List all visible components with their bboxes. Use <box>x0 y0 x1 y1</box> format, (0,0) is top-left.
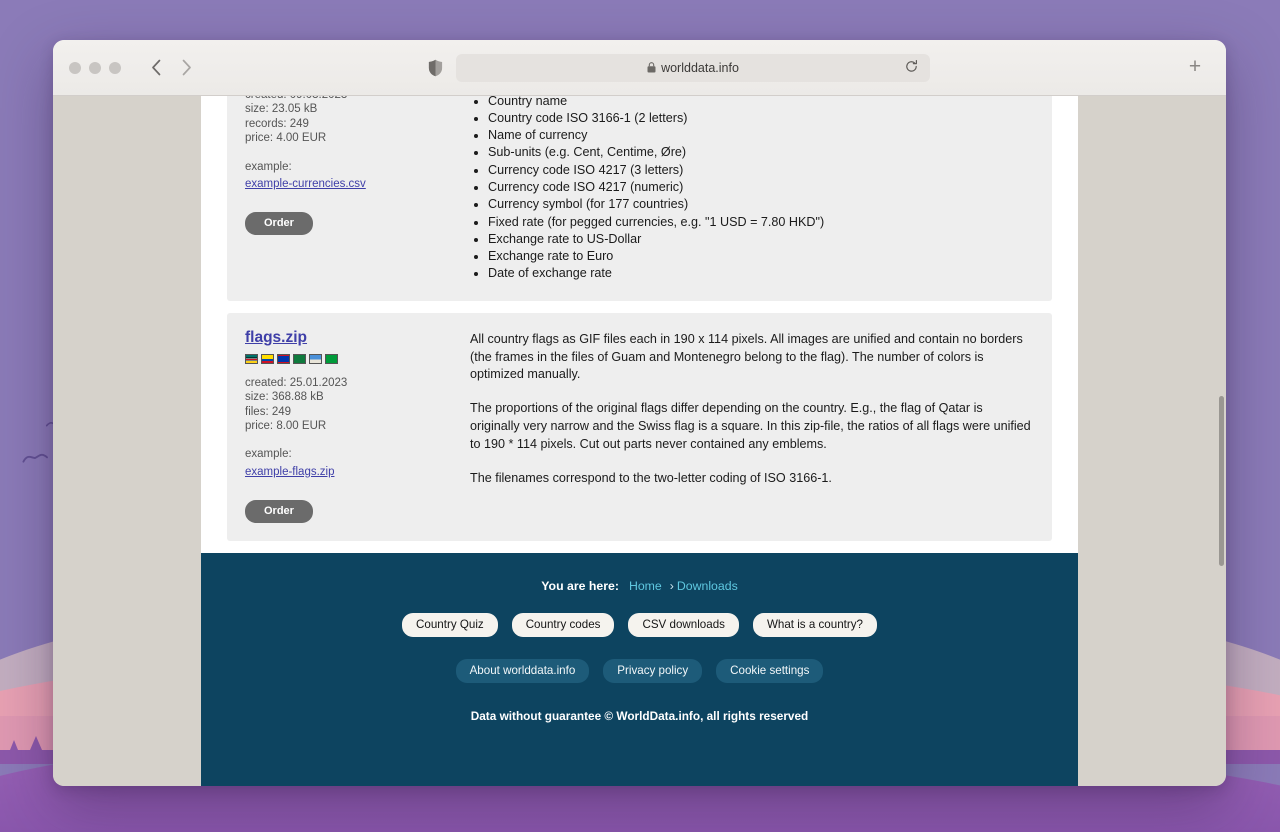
meta-price: price: 4.00 EUR <box>245 132 327 145</box>
field-item: Country name <box>488 96 1034 110</box>
address-bar[interactable]: worlddata.info <box>456 53 930 82</box>
url-text: worlddata.info <box>661 60 739 75</box>
new-tab-button[interactable]: + <box>1184 56 1206 79</box>
footer-link-cookie-settings[interactable]: Cookie settings <box>716 658 824 683</box>
flag-turkmenistan-icon <box>293 353 306 364</box>
close-window-button[interactable] <box>69 61 81 74</box>
download-card-description: Currencies and additional currency infor… <box>470 96 1034 283</box>
footer-link-csv-downloads[interactable]: CSV downloads <box>628 612 739 637</box>
footer-copyright: Data without guarantee © WorldData.info,… <box>470 708 809 723</box>
meta-size: size: 23.05 kB <box>245 103 318 116</box>
browser-viewport: currencies.csv created: 09.03.2023 size:… <box>53 96 1226 786</box>
meta-files: files: 249 <box>245 405 292 418</box>
footer-link-what-is-a-country[interactable]: What is a country? <box>752 612 877 637</box>
order-button-wrap: Order <box>245 192 470 236</box>
download-card-left-column: flags.zip created: 25.01.2023 size: 368.… <box>245 329 470 523</box>
meta-price: price: 8.00 EUR <box>245 419 327 432</box>
page-scrollbar[interactable] <box>1218 96 1226 786</box>
page-scroll-container: currencies.csv created: 09.03.2023 size:… <box>201 96 1078 786</box>
bird-icon <box>21 449 49 466</box>
description-paragraph: The proportions of the original flags di… <box>470 401 1031 451</box>
field-item: Exchange rate to US-Dollar <box>488 231 1034 248</box>
field-item: Exchange rate to Euro <box>488 248 1034 265</box>
download-title-link[interactable]: flags.zip <box>245 329 307 347</box>
contained-fields-list: Country name Country code ISO 3166-1 (2 … <box>488 96 1034 283</box>
privacy-shield-icon[interactable] <box>421 54 449 82</box>
meta-created: created: 25.01.2023 <box>245 376 348 389</box>
minimize-window-button[interactable] <box>89 61 101 74</box>
forward-button[interactable] <box>171 53 201 83</box>
example-file-link[interactable]: example-flags.zip <box>245 465 334 479</box>
footer-link-about[interactable]: About worlddata.info <box>455 658 590 683</box>
field-item: Currency code ISO 4217 (numeric) <box>488 179 1034 196</box>
field-item: Sub-units (e.g. Cent, Centime, Øre) <box>488 144 1034 161</box>
reload-icon[interactable] <box>905 59 921 76</box>
page-footer: You are here: Home › Downloads Country Quiz… <box>201 552 1078 786</box>
download-card-description: All country flags as GIF files each in 1… <box>470 329 1034 523</box>
flag-mozambique-icon <box>245 353 258 364</box>
breadcrumb-separator: › <box>669 578 674 593</box>
browser-toolbar: worlddata.info + <box>53 40 1226 96</box>
flag-bosnia-icon <box>309 353 322 364</box>
breadcrumb-home-link[interactable]: Home <box>629 579 662 593</box>
field-item: Name of currency <box>488 127 1034 144</box>
download-card-left-column: currencies.csv created: 09.03.2023 size:… <box>245 96 470 283</box>
example-file-link[interactable]: example-currencies.csv <box>245 177 366 191</box>
web-page: currencies.csv created: 09.03.2023 size:… <box>201 96 1078 786</box>
example-label: example: <box>245 160 292 173</box>
footer-nav-secondary: About worlddata.info Privacy policy Cook… <box>221 658 1058 683</box>
lock-icon <box>647 62 656 73</box>
meta-size: size: 368.88 kB <box>245 391 324 404</box>
field-item: Currency code ISO 4217 (3 letters) <box>488 162 1034 179</box>
breadcrumb-downloads-link[interactable]: Downloads <box>677 579 738 593</box>
footer-link-country-quiz[interactable]: Country Quiz <box>402 612 498 637</box>
description-paragraph: All country flags as GIF files each in 1… <box>470 331 1023 382</box>
page-scrollbar-thumb[interactable] <box>1219 396 1224 566</box>
breadcrumb-label: You are here: <box>541 578 619 593</box>
meta-records: records: 249 <box>245 117 309 130</box>
footer-link-country-codes[interactable]: Country codes <box>511 612 615 637</box>
footer-nav-primary: Country Quiz Country codes CSV downloads… <box>221 612 1058 637</box>
window-traffic-lights <box>69 61 121 74</box>
example-label: example: <box>245 448 292 461</box>
order-button[interactable]: Order <box>245 499 313 523</box>
back-button[interactable] <box>141 53 171 83</box>
description-paragraph: The filenames correspond to the two-lett… <box>470 470 832 485</box>
flag-brazil-icon <box>325 353 338 364</box>
field-item: Country code ISO 3166-1 (2 letters) <box>488 110 1034 127</box>
flag-belize-icon <box>277 353 290 364</box>
download-card-currencies: currencies.csv created: 09.03.2023 size:… <box>227 96 1052 301</box>
field-item: Currency symbol (for 177 countries) <box>488 196 1034 213</box>
field-item: Date of exchange rate <box>488 265 1034 282</box>
flag-preview-strip <box>245 353 470 364</box>
browser-window: worlddata.info + currencies.csv created:… <box>53 40 1226 786</box>
order-button-wrap: Order <box>245 480 470 523</box>
address-bar-content: worlddata.info <box>647 61 739 75</box>
breadcrumb: You are here: Home › Downloads <box>221 579 1058 593</box>
download-card-flags: flags.zip created: 25.01.2023 size: 368.… <box>227 312 1052 541</box>
maximize-window-button[interactable] <box>109 61 121 74</box>
order-button[interactable]: Order <box>245 212 313 236</box>
footer-link-privacy-policy[interactable]: Privacy policy <box>603 658 703 683</box>
field-item: Fixed rate (for pegged currencies, e.g. … <box>488 214 1034 231</box>
flag-ecuador-icon <box>261 353 274 364</box>
